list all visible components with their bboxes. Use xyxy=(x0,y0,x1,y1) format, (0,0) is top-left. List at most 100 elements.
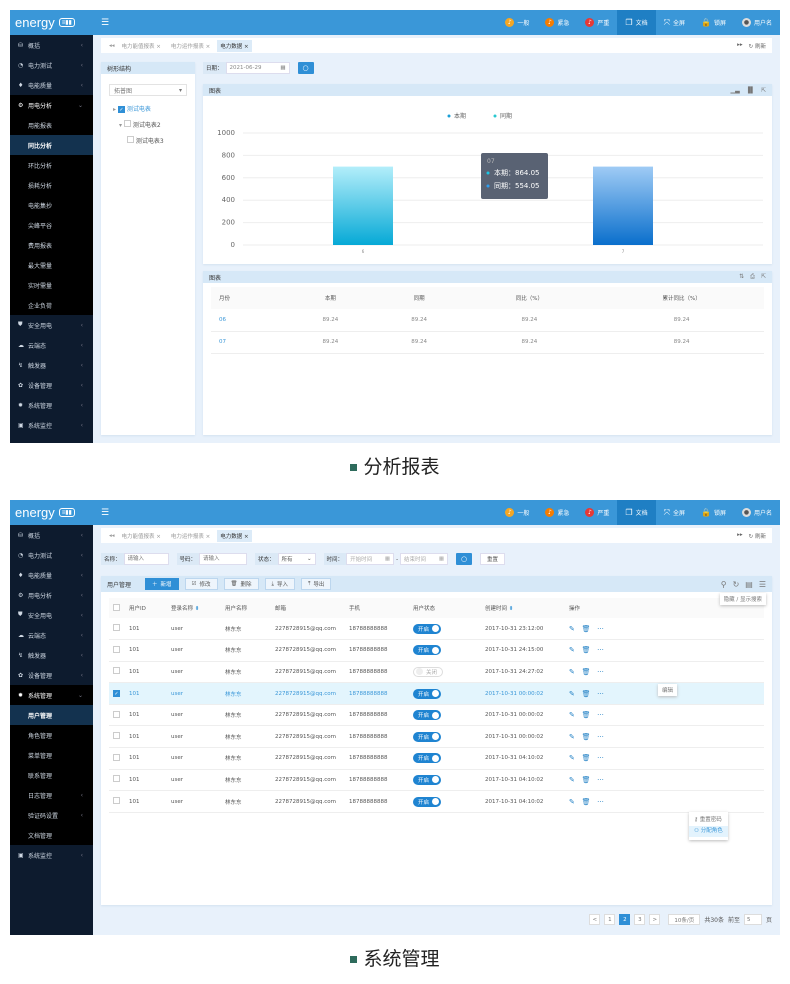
status-select[interactable]: 所有 ⌄ xyxy=(277,553,316,565)
header-bell-button[interactable]: ♪ 严重 xyxy=(577,500,617,525)
checkbox[interactable]: ✓ xyxy=(117,106,125,113)
page-3[interactable]: 3 xyxy=(634,914,646,925)
sidebar-item[interactable]: 日志管理 ‹ xyxy=(10,785,93,805)
header-lock-button[interactable]: 🔒 锁屏 xyxy=(693,10,734,35)
prev-page-button[interactable]: < xyxy=(589,914,601,925)
sidebar-item[interactable]: ↯ 触发器 ‹ xyxy=(10,645,93,665)
sidebar-item[interactable]: ⛁ 概括 ‹ xyxy=(10,525,93,545)
scroll-left-icon[interactable]: ◂◂ xyxy=(109,43,115,49)
edit-icon[interactable]: ✎ xyxy=(569,776,575,784)
trash-icon[interactable]: 🗑 xyxy=(582,646,591,654)
sidebar-item[interactable]: ♦ 电能质量 ‹ xyxy=(10,75,93,95)
tab[interactable]: 电力运作报表 × xyxy=(168,530,213,542)
sidebar-item[interactable]: 企业负荷 xyxy=(10,295,93,315)
more-icon[interactable]: ··· xyxy=(597,776,604,784)
status-toggle[interactable]: 开启 xyxy=(413,623,442,634)
name-input[interactable] xyxy=(123,553,169,565)
scroll-right-icon[interactable]: ▸▸ xyxy=(737,532,743,540)
sidebar-item[interactable]: 尖峰平谷 xyxy=(10,215,93,235)
export-button[interactable]: ⤒ 导出 xyxy=(300,578,332,590)
add-button[interactable]: ＋ 新增 xyxy=(145,578,179,590)
sidebar-item[interactable]: ⛊ 安全用电 ‹ xyxy=(10,315,93,335)
code-input[interactable] xyxy=(199,553,248,565)
header-bell-button[interactable]: ♪ 紧急 xyxy=(537,10,577,35)
header-avatar-button[interactable]: ● 用户名 xyxy=(734,10,780,35)
more-icon[interactable]: ··· xyxy=(597,711,604,719)
edit-icon[interactable]: ✎ xyxy=(569,733,575,741)
scroll-left-icon[interactable]: ◂◂ xyxy=(109,533,115,539)
table-row[interactable]: 101 user 林东东 2278728915@qq.com 18788888888 开… xyxy=(109,791,764,813)
sidebar-item[interactable]: 用户管理 xyxy=(10,705,93,725)
hamburger-icon[interactable]: ☰ xyxy=(101,508,109,518)
tab[interactable]: 电力数据 × xyxy=(217,39,252,52)
month-link[interactable]: 06 xyxy=(211,309,282,331)
end-time-input[interactable]: 结束时间 ▦ xyxy=(400,553,449,565)
delete-button[interactable]: 🗑 删除 xyxy=(223,578,259,590)
close-icon[interactable]: × xyxy=(156,44,161,50)
sidebar-item[interactable]: ☁ 云端态 ‹ xyxy=(10,625,93,645)
sidebar-item[interactable]: 环比分析 xyxy=(10,155,93,175)
close-icon[interactable]: × xyxy=(156,534,161,540)
line-chart-icon[interactable]: ▁▃ xyxy=(731,87,740,94)
row-checkbox[interactable] xyxy=(113,645,120,653)
edit-icon[interactable]: ✎ xyxy=(569,798,575,806)
sidebar-item[interactable]: 最大需量 xyxy=(10,255,93,275)
sidebar-item[interactable]: ▣ 系统监控 ‹ xyxy=(10,415,93,435)
tree-node[interactable]: ▾ 测试电表2 xyxy=(113,118,195,134)
edit-icon[interactable]: ✎ xyxy=(569,754,575,762)
checkbox[interactable] xyxy=(123,120,131,127)
page-1[interactable]: 1 xyxy=(604,914,616,925)
header-document-button[interactable]: ❐ 文档 xyxy=(617,500,656,525)
sidebar-item[interactable]: 同比分析 xyxy=(10,135,93,155)
sidebar-item[interactable]: ✿ 设备管理 ‹ xyxy=(10,665,93,685)
sidebar-item[interactable]: ⛁ 概括 ‹ xyxy=(10,35,93,55)
close-icon[interactable]: × xyxy=(206,44,211,50)
row-checkbox[interactable] xyxy=(113,710,120,718)
edit-icon[interactable]: ✎ xyxy=(569,668,575,676)
close-icon[interactable]: × xyxy=(206,534,211,540)
sidebar-item[interactable]: ⛊ 安全用电 ‹ xyxy=(10,605,93,625)
status-toggle[interactable]: 开启 xyxy=(413,796,442,807)
row-checkbox[interactable] xyxy=(113,667,120,675)
edit-icon[interactable]: ✎ xyxy=(569,646,575,654)
table-row[interactable]: 101 user 林东东 2278728915@qq.com 18788888888 开… xyxy=(109,618,764,640)
trash-icon[interactable]: 🗑 xyxy=(582,798,591,806)
sidebar-item[interactable]: 用能报表 xyxy=(10,115,93,135)
sidebar-item[interactable]: 验证码设置 ‹ xyxy=(10,805,93,825)
status-toggle[interactable]: 开启 xyxy=(413,645,442,656)
tab[interactable]: 电力能值报表 × xyxy=(119,530,164,542)
tree-node[interactable]: 测试电表3 xyxy=(113,134,195,150)
sidebar-item[interactable]: 损耗分析 xyxy=(10,175,93,195)
tab[interactable]: 电力数据 × xyxy=(217,529,252,542)
more-icon[interactable]: ··· xyxy=(597,733,604,741)
header-fullscreen-button[interactable]: ⤧ 全屏 xyxy=(656,10,693,35)
table-row[interactable]: 101 user 林东东 2278728915@qq.com 18788888888 关… xyxy=(109,661,764,683)
table-row[interactable]: 101 user 林东东 2278728915@qq.com 18788888888 开… xyxy=(109,704,764,726)
sidebar-item[interactable]: ⚙ 用电分析 ⌄ xyxy=(10,95,93,115)
header-avatar-button[interactable]: ● 用户名 xyxy=(734,500,780,525)
trash-icon[interactable]: 🗑 xyxy=(582,668,591,676)
sidebar-item[interactable]: ⚙ 用电分析 ‹ xyxy=(10,585,93,605)
refresh-button[interactable]: ↻ 刷新 xyxy=(749,532,766,540)
edit-icon[interactable]: ✎ xyxy=(569,690,575,698)
header-bell-button[interactable]: ♪ 一般 xyxy=(497,10,537,35)
refresh-icon[interactable]: ↻ xyxy=(733,580,740,589)
close-icon[interactable]: × xyxy=(244,534,249,540)
sidebar-item[interactable]: ◔ 电力测试 ‹ xyxy=(10,55,93,75)
sort-icon[interactable]: ⬍ xyxy=(509,606,514,612)
date-input[interactable]: 2021-06-29 ▦ xyxy=(225,62,290,74)
scroll-right-icon[interactable]: ▸▸ xyxy=(737,42,743,50)
header-bell-button[interactable]: ♪ 严重 xyxy=(577,10,617,35)
sidebar-item[interactable]: ✹ 系统管理 ⌄ xyxy=(10,685,93,705)
edit-button[interactable]: ☑ 修改 xyxy=(184,578,218,590)
status-toggle[interactable]: 开启 xyxy=(413,688,442,699)
row-checkbox[interactable]: ✓ xyxy=(113,690,120,698)
search-icon[interactable]: ⚲ xyxy=(721,580,727,589)
search-button[interactable]: ○ xyxy=(297,62,314,74)
trash-icon[interactable]: 🗑 xyxy=(582,776,591,784)
sidebar-item[interactable]: 菜单管理 xyxy=(10,745,93,765)
checkbox[interactable] xyxy=(127,136,134,143)
hamburger-icon[interactable]: ☰ xyxy=(101,18,109,28)
trash-icon[interactable]: 🗑 xyxy=(582,690,591,698)
edit-icon[interactable]: ✎ xyxy=(569,711,575,719)
